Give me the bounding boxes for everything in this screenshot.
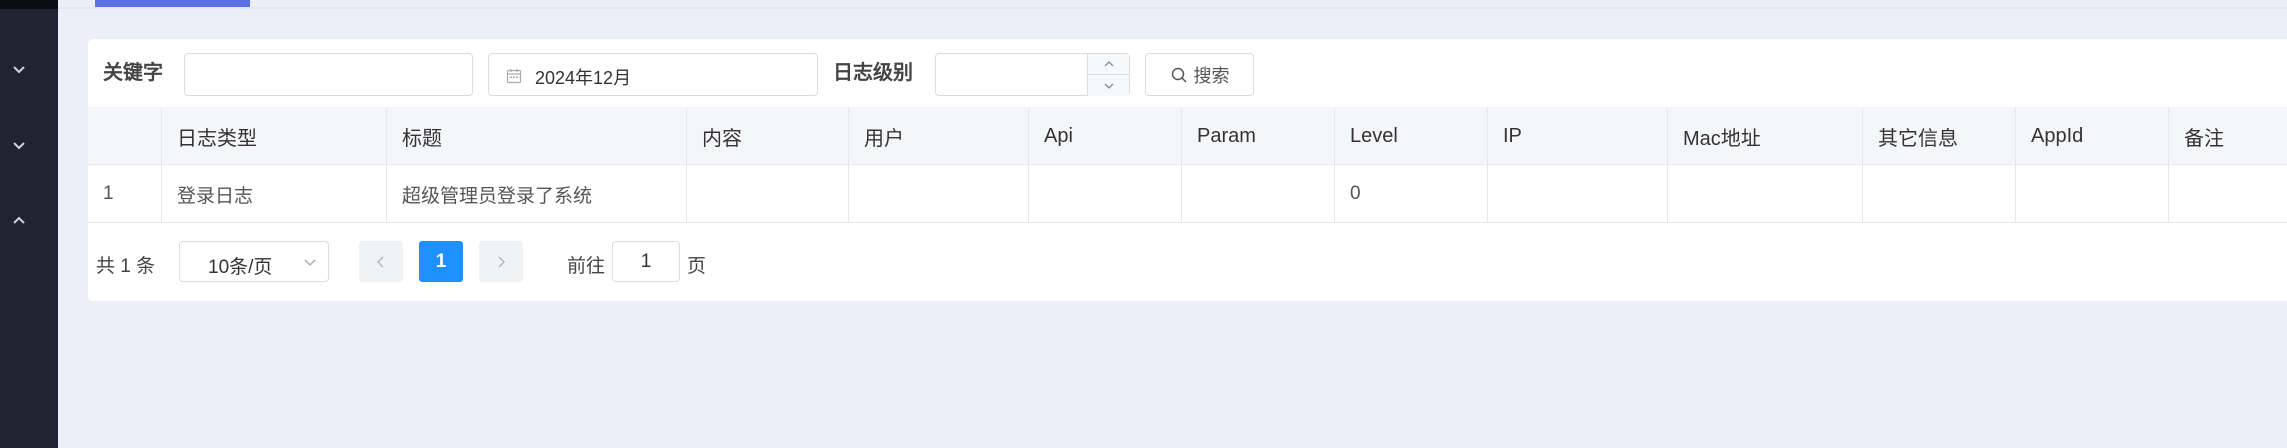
- cell-level: 0: [1335, 165, 1488, 223]
- decrement-button[interactable]: [1088, 75, 1129, 96]
- chevron-down-icon: [304, 259, 316, 267]
- column-header-param: Param: [1182, 107, 1335, 165]
- increment-button[interactable]: [1088, 54, 1129, 75]
- log-level-input[interactable]: [935, 53, 1130, 96]
- column-header-content: 内容: [687, 107, 849, 165]
- cell-content: [687, 165, 849, 223]
- chevron-up-icon: [1104, 61, 1113, 67]
- goto-prefix: 前往: [567, 256, 606, 277]
- column-header-api: Api: [1029, 107, 1182, 165]
- page-size-select[interactable]: 10条/页: [179, 241, 329, 282]
- column-header-other-info: 其它信息: [1863, 107, 2016, 165]
- cell-mac: [1668, 165, 1863, 223]
- prev-page-button[interactable]: [359, 241, 403, 282]
- column-header-title: 标题: [387, 107, 687, 165]
- column-header-index: [88, 107, 162, 165]
- date-value: 2024年12月: [535, 68, 632, 88]
- pagination-total: 共 1 条: [96, 256, 156, 277]
- active-tab-indicator[interactable]: [95, 0, 250, 7]
- cell-index: 1: [88, 165, 162, 223]
- cell-title: 超级管理员登录了系统: [387, 165, 687, 223]
- date-picker[interactable]: 2024年12月: [488, 53, 818, 96]
- next-page-button[interactable]: [479, 241, 523, 282]
- column-header-mac: Mac地址: [1668, 107, 1863, 165]
- page-size-value: 10条/页: [208, 257, 273, 278]
- calendar-icon: [506, 69, 522, 84]
- chevron-down-icon: [1104, 83, 1113, 89]
- cell-log-type: 登录日志: [162, 165, 387, 223]
- chevron-up-icon[interactable]: [10, 211, 28, 229]
- sidebar-top-strip: [0, 0, 58, 9]
- page-button-current[interactable]: 1: [419, 241, 463, 282]
- goto-suffix: 页: [687, 256, 707, 277]
- cell-param: [1182, 165, 1335, 223]
- log-level-label: 日志级别: [833, 62, 913, 84]
- keyword-label: 关键字: [103, 62, 163, 84]
- column-header-ip: IP: [1488, 107, 1668, 165]
- sidebar: [0, 0, 58, 448]
- table-header: 日志类型 标题 内容 用户 Api Param Level IP Mac地址 其…: [88, 107, 2287, 165]
- search-button[interactable]: 搜索: [1145, 53, 1254, 96]
- column-header-user: 用户: [849, 107, 1029, 165]
- search-button-label: 搜索: [1193, 65, 1230, 86]
- column-header-appid: AppId: [2016, 107, 2169, 165]
- cell-api: [1029, 165, 1182, 223]
- column-header-remark: 备注: [2184, 127, 2224, 150]
- chevron-down-icon[interactable]: [10, 137, 28, 155]
- table-row[interactable]: 1 登录日志 超级管理员登录了系统 0: [88, 165, 2287, 223]
- chevron-left-icon: [376, 255, 384, 268]
- cell-ip: [1488, 165, 1668, 223]
- topbar-divider: [58, 7, 2287, 9]
- chevron-right-icon: [498, 255, 506, 268]
- cell-other-info: [1863, 165, 2016, 223]
- goto-page-input[interactable]: 1: [612, 241, 680, 282]
- number-stepper: [1087, 54, 1129, 96]
- column-header-level: Level: [1335, 107, 1488, 165]
- column-header-log-type: 日志类型: [162, 107, 387, 165]
- chevron-down-icon[interactable]: [10, 61, 28, 79]
- cell-user: [849, 165, 1029, 223]
- keyword-input[interactable]: [184, 53, 473, 96]
- cell-remark: [2169, 165, 2287, 223]
- cell-appid: [2016, 165, 2169, 223]
- search-icon: [1171, 67, 1187, 83]
